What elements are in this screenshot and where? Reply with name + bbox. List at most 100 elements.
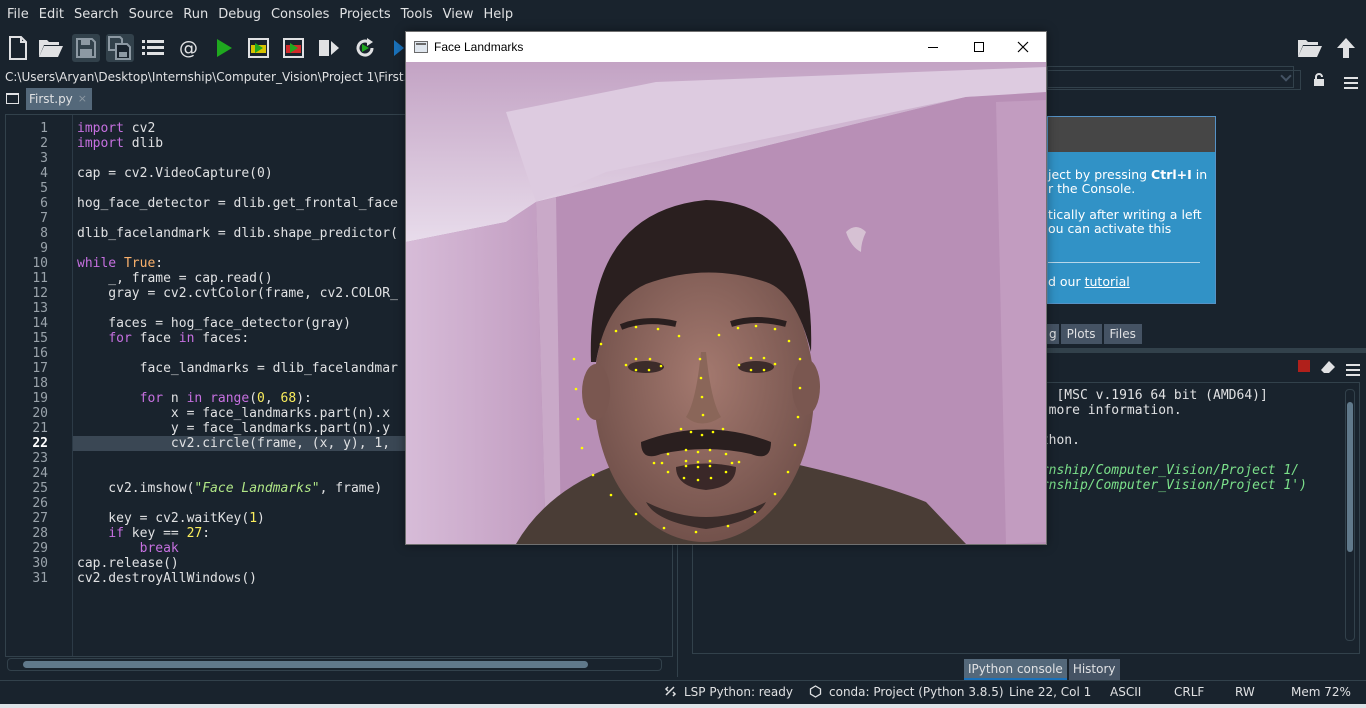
run-cell-icon[interactable]	[245, 34, 273, 62]
file-path: C:\Users\Aryan\Desktop\Internship\Comput…	[5, 70, 405, 84]
code-line: gray = cv2.cvtColor(frame, cv2.COLOR_	[77, 286, 398, 301]
options-menu-icon[interactable]	[1344, 74, 1358, 89]
code-line: face_landmarks = dlib_facelandmar	[77, 361, 398, 376]
console-vertical-scrollbar[interactable]	[1345, 389, 1355, 641]
run-selection-icon[interactable]	[315, 34, 343, 62]
spyder-ide-window: File Edit Search Source Run Debug Consol…	[0, 0, 1366, 708]
line-number: 12	[32, 286, 48, 301]
window-title-bar[interactable]: Face Landmarks	[406, 32, 1046, 62]
stop-kernel-icon[interactable]	[1298, 360, 1310, 372]
code-line: cv2.destroyAllWindows()	[77, 571, 258, 586]
code-line-current: cv2.circle(frame, (x, y), 1,	[77, 436, 391, 451]
tab-plots[interactable]: Plots	[1060, 324, 1102, 344]
code-line: faces = hog_face_detector(gray)	[77, 316, 351, 331]
line-number: 21	[32, 421, 48, 436]
tab-files[interactable]: Files	[1103, 324, 1142, 344]
line-number: 19	[32, 391, 48, 406]
help-source-combo[interactable]	[1047, 70, 1301, 90]
scrollbar-thumb[interactable]	[23, 661, 588, 668]
memory-usage: Mem 72%	[1291, 685, 1351, 699]
console-line: ernship/Computer_Vision/Project 1/	[1033, 463, 1300, 478]
menu-projects[interactable]: Projects	[334, 0, 395, 29]
console-toolbar	[1290, 358, 1366, 376]
help-text: d our tutorial	[1048, 274, 1130, 289]
face-landmarks-window[interactable]: Face Landmarks	[405, 31, 1047, 545]
line-number: 11	[32, 271, 48, 286]
menu-view[interactable]: View	[438, 0, 479, 29]
help-box-header	[1048, 117, 1215, 152]
help-text: r the Console.	[1048, 181, 1136, 196]
line-number: 9	[40, 241, 48, 256]
line-number: 4	[40, 166, 48, 181]
line-number-gutter: 1 2 3 4 5 6 7 8 9 10 11 12 13 14 15 16 1…	[6, 115, 73, 656]
file-encoding: ASCII	[1110, 685, 1142, 699]
line-number: 17	[32, 361, 48, 376]
editor-horizontal-scrollbar[interactable]	[7, 658, 662, 671]
new-file-icon[interactable]	[4, 34, 32, 62]
help-intro-box: ject by pressing Ctrl+I in r the Console…	[1047, 116, 1216, 304]
lsp-status: LSP Python: ready	[684, 685, 793, 699]
line-number: 1	[40, 121, 48, 136]
line-number: 6	[40, 196, 48, 211]
maximize-icon[interactable]	[956, 32, 1002, 62]
line-number: 15	[32, 331, 48, 346]
menu-consoles[interactable]: Consoles	[266, 0, 334, 29]
eraser-icon[interactable]	[1320, 359, 1336, 378]
line-number: 2	[40, 136, 48, 151]
line-number: 10	[32, 256, 48, 271]
browse-tabs-icon[interactable]	[6, 93, 19, 104]
status-bar: LSP Python: ready conda: Project (Python…	[0, 680, 1366, 704]
close-tab-icon[interactable]: ×	[78, 88, 87, 110]
console-pane-tabs: IPython console History	[964, 659, 1122, 680]
help-text: ject by pressing Ctrl+I in	[1048, 167, 1208, 182]
code-line: cap.release()	[77, 556, 179, 571]
tab-first-py[interactable]: First.py ×	[26, 88, 92, 110]
code-line: key = cv2.waitKey(1)	[77, 511, 265, 526]
run-cell-advance-icon[interactable]	[280, 34, 308, 62]
menu-edit[interactable]: Edit	[34, 0, 69, 29]
preferences-list-icon[interactable]	[139, 34, 167, 62]
line-number: 13	[32, 301, 48, 316]
code-line: hog_face_detector = dlib.get_frontal_fac…	[77, 196, 398, 211]
line-number-current: 22	[32, 436, 48, 451]
console-line: 3) [MSC v.1916 64 bit (AMD64)]	[1033, 388, 1268, 403]
window-title: Face Landmarks	[434, 40, 524, 54]
tutorial-link[interactable]: tutorial	[1085, 274, 1130, 289]
parent-directory-icon[interactable]	[1332, 34, 1360, 62]
re-run-icon[interactable]	[351, 34, 379, 62]
lsp-status-icon	[664, 685, 677, 701]
run-file-icon[interactable]	[210, 34, 238, 62]
menu-file[interactable]: File	[2, 0, 34, 29]
scrollbar-thumb[interactable]	[1347, 402, 1353, 552]
line-number: 26	[32, 496, 48, 511]
save-file-icon[interactable]	[72, 34, 100, 62]
line-number: 18	[32, 376, 48, 391]
code-line: break	[139, 541, 179, 556]
tab-ipython-console[interactable]: IPython console	[964, 659, 1067, 680]
at-symbol-icon[interactable]: @	[175, 34, 203, 62]
menu-run[interactable]: Run	[178, 0, 213, 29]
console-options-icon[interactable]	[1346, 361, 1360, 380]
console-line: ernship/Computer_Vision/Project 1')	[1033, 478, 1307, 493]
tab-history[interactable]: History	[1068, 659, 1120, 680]
cursor-position: Line 22, Col 1	[1009, 685, 1092, 699]
menu-tools[interactable]: Tools	[396, 0, 438, 29]
menu-source[interactable]: Source	[124, 0, 179, 29]
open-file-icon[interactable]	[37, 34, 65, 62]
menu-help[interactable]: Help	[479, 0, 519, 29]
code-line: if key == 27:	[108, 526, 211, 541]
minimize-icon[interactable]	[910, 32, 956, 62]
line-number: 24	[32, 466, 48, 481]
menu-debug[interactable]: Debug	[213, 0, 266, 29]
close-icon[interactable]	[1000, 32, 1046, 62]
save-all-icon[interactable]	[106, 34, 134, 62]
browse-folder-icon[interactable]	[1296, 34, 1324, 62]
tab-help[interactable]: g	[1047, 324, 1059, 344]
help-text: tically after writing a left	[1048, 207, 1202, 222]
line-number: 28	[32, 526, 48, 541]
menu-search[interactable]: Search	[69, 0, 124, 29]
code-line: import cv2	[77, 121, 156, 136]
help-text: ou can activate this	[1048, 221, 1172, 236]
line-number: 7	[40, 211, 48, 226]
lock-icon[interactable]	[1312, 72, 1326, 86]
